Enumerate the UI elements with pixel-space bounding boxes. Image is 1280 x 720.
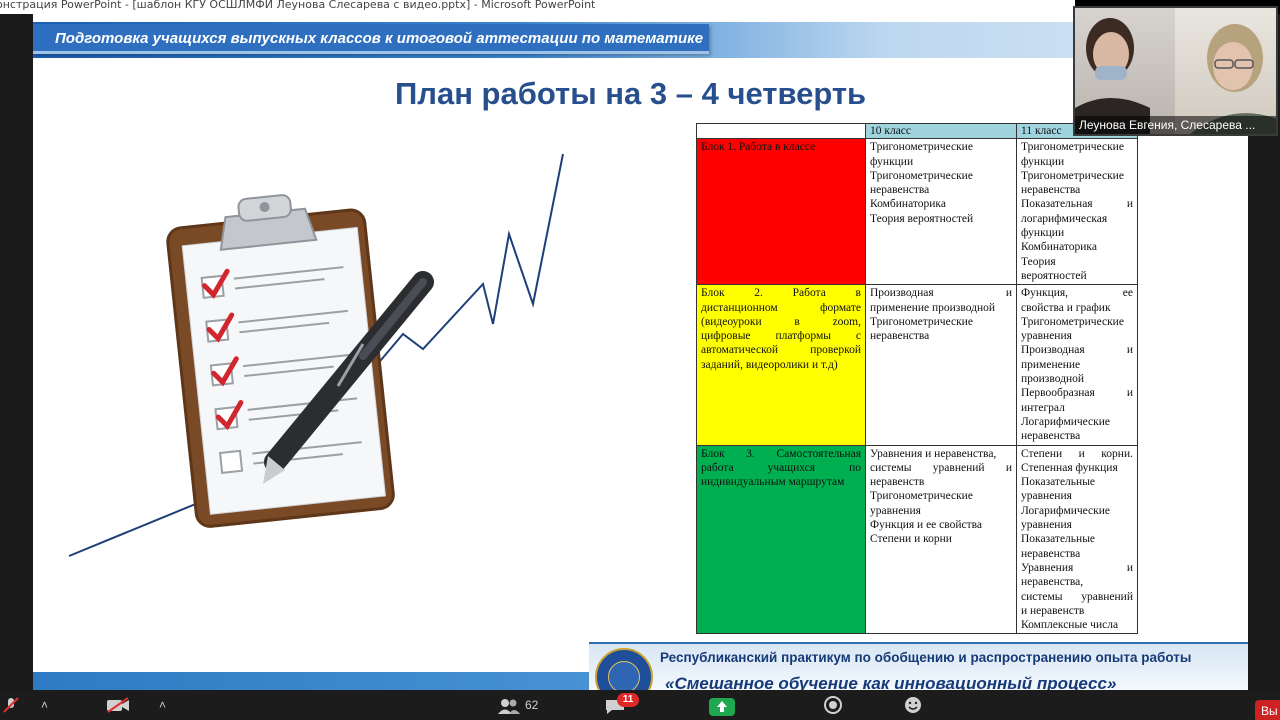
topic-line: Тригонометрические <box>870 315 973 328</box>
table-row: Блок 3. Самостоятельная работа учащихся … <box>696 444 1138 635</box>
footer-line-1: Республиканский практикум по обобщению и… <box>660 650 1192 665</box>
grade11-cell: Степени и корни. Степенная функция Показ… <box>1016 444 1138 635</box>
topic-line: Логарифмические <box>1021 415 1110 428</box>
grade10-cell: Тригонометрические функции Тригонометрич… <box>865 138 1017 286</box>
topic-line: Показательные <box>1021 533 1096 546</box>
topic-line: Функция, ее <box>1021 287 1133 300</box>
topic-line: уравнения <box>1021 519 1072 532</box>
mute-microphone-icon[interactable] <box>2 696 20 714</box>
grade10-cell: Уравнения и неравенства, системы уравнен… <box>865 444 1017 635</box>
block-line: автоматической проверкой <box>701 344 861 357</box>
participant-video-tile[interactable]: Леунова Евгения, Слесарева ... <box>1073 6 1278 136</box>
clipboard-illustration <box>68 153 564 557</box>
topic-line: вероятностей <box>1021 269 1087 282</box>
topic-line: неравенства <box>1021 430 1081 443</box>
window-title-bar: онстрация PowerPoint - [шаблон КГУ ОСШЛМ… <box>0 0 1075 14</box>
work-plan-table: 10 класс 11 класс Блок 1. Работа в класс… <box>696 122 1138 635</box>
topic-line: Теория <box>1021 255 1056 268</box>
topic-line: Тригонометрические <box>1021 169 1124 182</box>
table-header-blank <box>696 122 866 140</box>
grade11-cell: Функция, ее свойства и график Тригономет… <box>1016 284 1138 446</box>
topic-line: Уравнения и <box>1021 561 1133 574</box>
topic-line: Теория вероятностей <box>870 212 974 225</box>
topic-line: интеграл <box>1021 401 1065 414</box>
topic-line: функции <box>870 155 914 168</box>
slide-title: План работы на 3 – 4 четверть <box>395 76 867 111</box>
share-arrow-icon <box>717 701 727 712</box>
block-line: (видеоуроки в zoom, <box>701 315 861 328</box>
reactions-icon[interactable] <box>903 696 923 714</box>
block-cell: Блок 3. Самостоятельная работа учащихся … <box>696 444 866 635</box>
table-row: Блок 1. Работа в классе Тригонометрическ… <box>696 138 1138 286</box>
topic-line: неравенства <box>1021 547 1081 560</box>
topic-line: системы уравнений и <box>870 461 1012 474</box>
topic-line: Уравнения и неравенства, <box>870 447 997 460</box>
topic-line: неравенства, <box>1021 576 1084 589</box>
table-row: Блок 2. Работа в дистанционном формате (… <box>696 284 1138 446</box>
topic-line: Комбинаторика <box>1021 241 1097 254</box>
topic-line: уравнения <box>1021 490 1072 503</box>
window-title: онстрация PowerPoint - [шаблон КГУ ОСШЛМ… <box>0 0 596 11</box>
audio-options-chevron-icon[interactable]: ˄ <box>41 695 48 715</box>
participants-count: 62 <box>525 698 539 712</box>
topic-line: Производная и <box>1021 344 1133 357</box>
topic-line: Показательная и <box>1021 198 1133 211</box>
topic-line: Тригонометрические <box>1021 141 1124 154</box>
topic-line: Степени и корни <box>870 533 952 546</box>
security-shield-icon[interactable] <box>823 696 843 714</box>
table-header-row: 10 класс 11 класс <box>696 122 1138 140</box>
topic-line: Тригонометрические <box>870 490 973 503</box>
block-line: цифровые платформы с <box>701 330 861 343</box>
block-label: Блок 1. Работа в классе <box>701 141 816 154</box>
topic-line: неравенства <box>870 330 930 343</box>
header-text: Подготовка учащихся выпускных классов к … <box>55 30 704 47</box>
participant-names: Леунова Евгения, Слесарева ... <box>1075 116 1276 134</box>
topic-line: Комбинаторика <box>870 198 946 211</box>
block-line: Блок 3. Самостоятельная <box>701 447 861 460</box>
topic-line: логарифмическая <box>1021 212 1108 225</box>
grade10-cell: Производная и применение производной Три… <box>865 284 1017 446</box>
end-meeting-button[interactable]: Вы <box>1255 700 1280 720</box>
topic-line: системы уравнений <box>1021 590 1133 603</box>
table-header-cell: 10 класс <box>865 122 1017 140</box>
topic-line: Показательные <box>1021 476 1096 489</box>
topic-line: неравенства <box>1021 184 1081 197</box>
participants-icon[interactable] <box>497 698 521 714</box>
topic-line: Тригонометрические <box>870 169 973 182</box>
topic-line: Производная и <box>870 287 1012 300</box>
topic-line: функции <box>1021 227 1065 240</box>
block-line: работа учащихся по <box>701 461 861 474</box>
topic-line: Степени и корни. <box>1021 447 1133 460</box>
meeting-toolbar: ˄ ˄ 62 <box>0 690 1280 720</box>
topic-line: неравенства <box>870 184 930 197</box>
topic-line: Степенная функция <box>1021 461 1118 474</box>
block-cell: Блок 1. Работа в классе <box>696 138 866 286</box>
topic-line: неравенств <box>870 476 925 489</box>
topic-line: производной <box>1021 373 1085 386</box>
topic-line: и неравенств <box>1021 604 1085 617</box>
share-screen-button[interactable] <box>709 698 735 716</box>
topic-line: функции <box>1021 155 1065 168</box>
topic-line: Функция и ее свойства <box>870 519 983 532</box>
topic-line: Комплексные числа <box>1021 619 1119 632</box>
topic-line: применение производной <box>870 301 996 314</box>
topic-line: применение <box>1021 358 1081 371</box>
block-cell: Блок 2. Работа в дистанционном формате (… <box>696 284 866 446</box>
topic-line: Первообразная и <box>1021 387 1133 400</box>
block-line: заданий, видеоролики и т.д) <box>701 358 838 371</box>
topic-line: уравнения <box>870 504 921 517</box>
topic-line: Логарифмические <box>1021 504 1110 517</box>
topic-line: Тригонометрические <box>1021 315 1124 328</box>
grade11-cell: Тригонометрические функции Тригонометрич… <box>1016 138 1138 286</box>
block-line: дистанционном формате <box>701 301 861 314</box>
block-line: индивидуальным маршрутам <box>701 476 845 489</box>
stop-video-icon[interactable] <box>106 697 130 713</box>
block-line: Блок 2. Работа в <box>701 287 861 300</box>
video-options-chevron-icon[interactable]: ˄ <box>159 695 166 715</box>
chat-unread-badge: 11 <box>617 693 639 707</box>
topic-line: уравнения <box>1021 330 1072 343</box>
topic-line: свойства и график <box>1021 301 1111 314</box>
topic-line: Тригонометрические <box>870 141 973 154</box>
footer-line-2: «Смешанное обучение как инновационный пр… <box>665 674 1117 690</box>
